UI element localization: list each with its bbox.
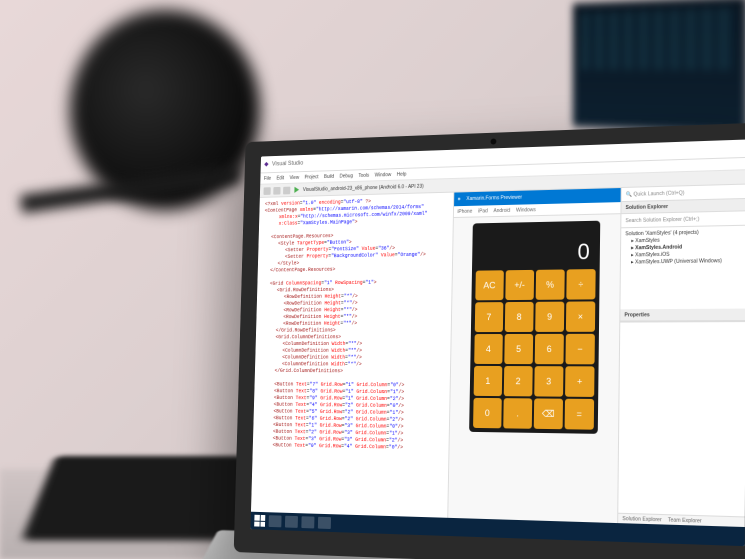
toolbar-button[interactable] (263, 187, 270, 195)
quick-launch-placeholder: Quick Launch (Ctrl+Q) (633, 190, 684, 197)
webcam (491, 138, 497, 144)
code-editor[interactable]: <?xml version="1.0" encoding="utf-8" ?><… (251, 193, 454, 518)
start-button[interactable] (254, 515, 265, 527)
taskbar-item[interactable] (285, 516, 298, 528)
menu-edit[interactable]: Edit (276, 175, 284, 181)
ide-title: Visual Studio (272, 160, 303, 167)
solution-search-placeholder: Search Solution Explorer (Ctrl+;) (625, 216, 699, 224)
calc-key-3[interactable]: 3 (534, 366, 563, 397)
platform-tab-iphone[interactable]: iPhone (457, 208, 472, 214)
menu-view[interactable]: View (289, 175, 299, 181)
panel-tab[interactable]: Solution Explorer (622, 515, 661, 522)
calc-key-−[interactable]: − (565, 334, 594, 364)
menu-help[interactable]: Help (397, 171, 407, 177)
device-label: Xamarin.Forms Previewer (466, 195, 522, 202)
laptop-bezel: ◆ Visual Studio File Edit View Project Build… (234, 122, 745, 559)
menu-tools[interactable]: Tools (358, 172, 369, 178)
calc-key-2[interactable]: 2 (504, 366, 533, 396)
menu-debug[interactable]: Debug (339, 173, 353, 179)
calc-key-0[interactable]: 0 (473, 398, 502, 428)
toolbar-button[interactable] (273, 186, 280, 194)
properties-header: Properties (620, 309, 745, 322)
calc-key-4[interactable]: 4 (474, 334, 503, 364)
laptop: ◆ Visual Studio File Edit View Project Build… (234, 122, 745, 559)
right-panel: 🔍 Quick Launch (Ctrl+Q) Solution Explore… (618, 185, 745, 527)
calc-key-1[interactable]: 1 (473, 366, 502, 396)
ide-workspace: <?xml version="1.0" encoding="utf-8" ?><… (251, 185, 745, 527)
calc-key-+[interactable]: + (565, 366, 594, 397)
solution-tree[interactable]: Solution 'XamStyles' (4 projects) ▸ XamS… (620, 226, 745, 310)
menu-build[interactable]: Build (324, 173, 334, 179)
calc-key-÷[interactable]: ÷ (566, 269, 595, 300)
laptop-screen: ◆ Visual Studio File Edit View Project Build… (250, 140, 745, 547)
panel-tab[interactable]: Team Explorer (668, 517, 702, 524)
calc-key-.[interactable]: . (503, 398, 532, 429)
secondary-monitor (573, 0, 745, 134)
platform-tab-windows[interactable]: Windows (516, 207, 536, 213)
taskbar-item[interactable] (318, 517, 331, 529)
properties-panel (618, 321, 745, 516)
platform-tab-ipad[interactable]: iPad (478, 208, 488, 214)
photo-scene: ◆ Visual Studio File Edit View Project Build… (0, 0, 745, 559)
run-button[interactable] (293, 186, 300, 194)
menu-project[interactable]: Project (304, 174, 318, 180)
calc-key-+/-[interactable]: +/- (505, 270, 534, 300)
toolbar-button[interactable] (283, 186, 290, 194)
platform-tab-android[interactable]: Android (493, 207, 510, 213)
calculator-display: 0 (476, 225, 596, 271)
ide-logo-icon: ◆ (264, 161, 268, 168)
tree-node[interactable]: ▸ XamStyles.UWP (Universal Windows) (625, 258, 742, 267)
calc-key-8[interactable]: 8 (505, 302, 534, 332)
designer-pane: ⨳ Xamarin.Forms Previewer iPhone iPad Andr… (448, 188, 622, 523)
calc-key-%[interactable]: % (536, 269, 565, 299)
phone-preview: 0 AC+/-%÷ 789× 456− 123+0.⌫= (448, 214, 621, 523)
taskbar-item[interactable] (269, 515, 282, 527)
calculator-app: 0 AC+/-%÷ 789× 456− 123+0.⌫= (469, 221, 600, 434)
calc-key-5[interactable]: 5 (504, 334, 533, 364)
calc-key-AC[interactable]: AC (475, 270, 504, 300)
calc-key-9[interactable]: 9 (535, 302, 564, 332)
calc-key-⌫[interactable]: ⌫ (534, 398, 563, 429)
debug-target[interactable]: VisualStudio_android-23_x86_phone (Andro… (303, 183, 424, 192)
calc-key-7[interactable]: 7 (475, 302, 504, 332)
menu-file[interactable]: File (264, 175, 271, 181)
calc-key-×[interactable]: × (566, 301, 595, 331)
calculator-keypad: AC+/-%÷ 789× 456− 123+0.⌫= (473, 269, 596, 430)
xamarin-icon: ⨳ (458, 196, 461, 202)
menu-window[interactable]: Window (375, 172, 392, 178)
search-icon: 🔍 (626, 191, 632, 197)
taskbar-item[interactable] (301, 516, 314, 528)
calc-key-6[interactable]: 6 (535, 334, 564, 364)
calc-key-=[interactable]: = (564, 399, 594, 430)
